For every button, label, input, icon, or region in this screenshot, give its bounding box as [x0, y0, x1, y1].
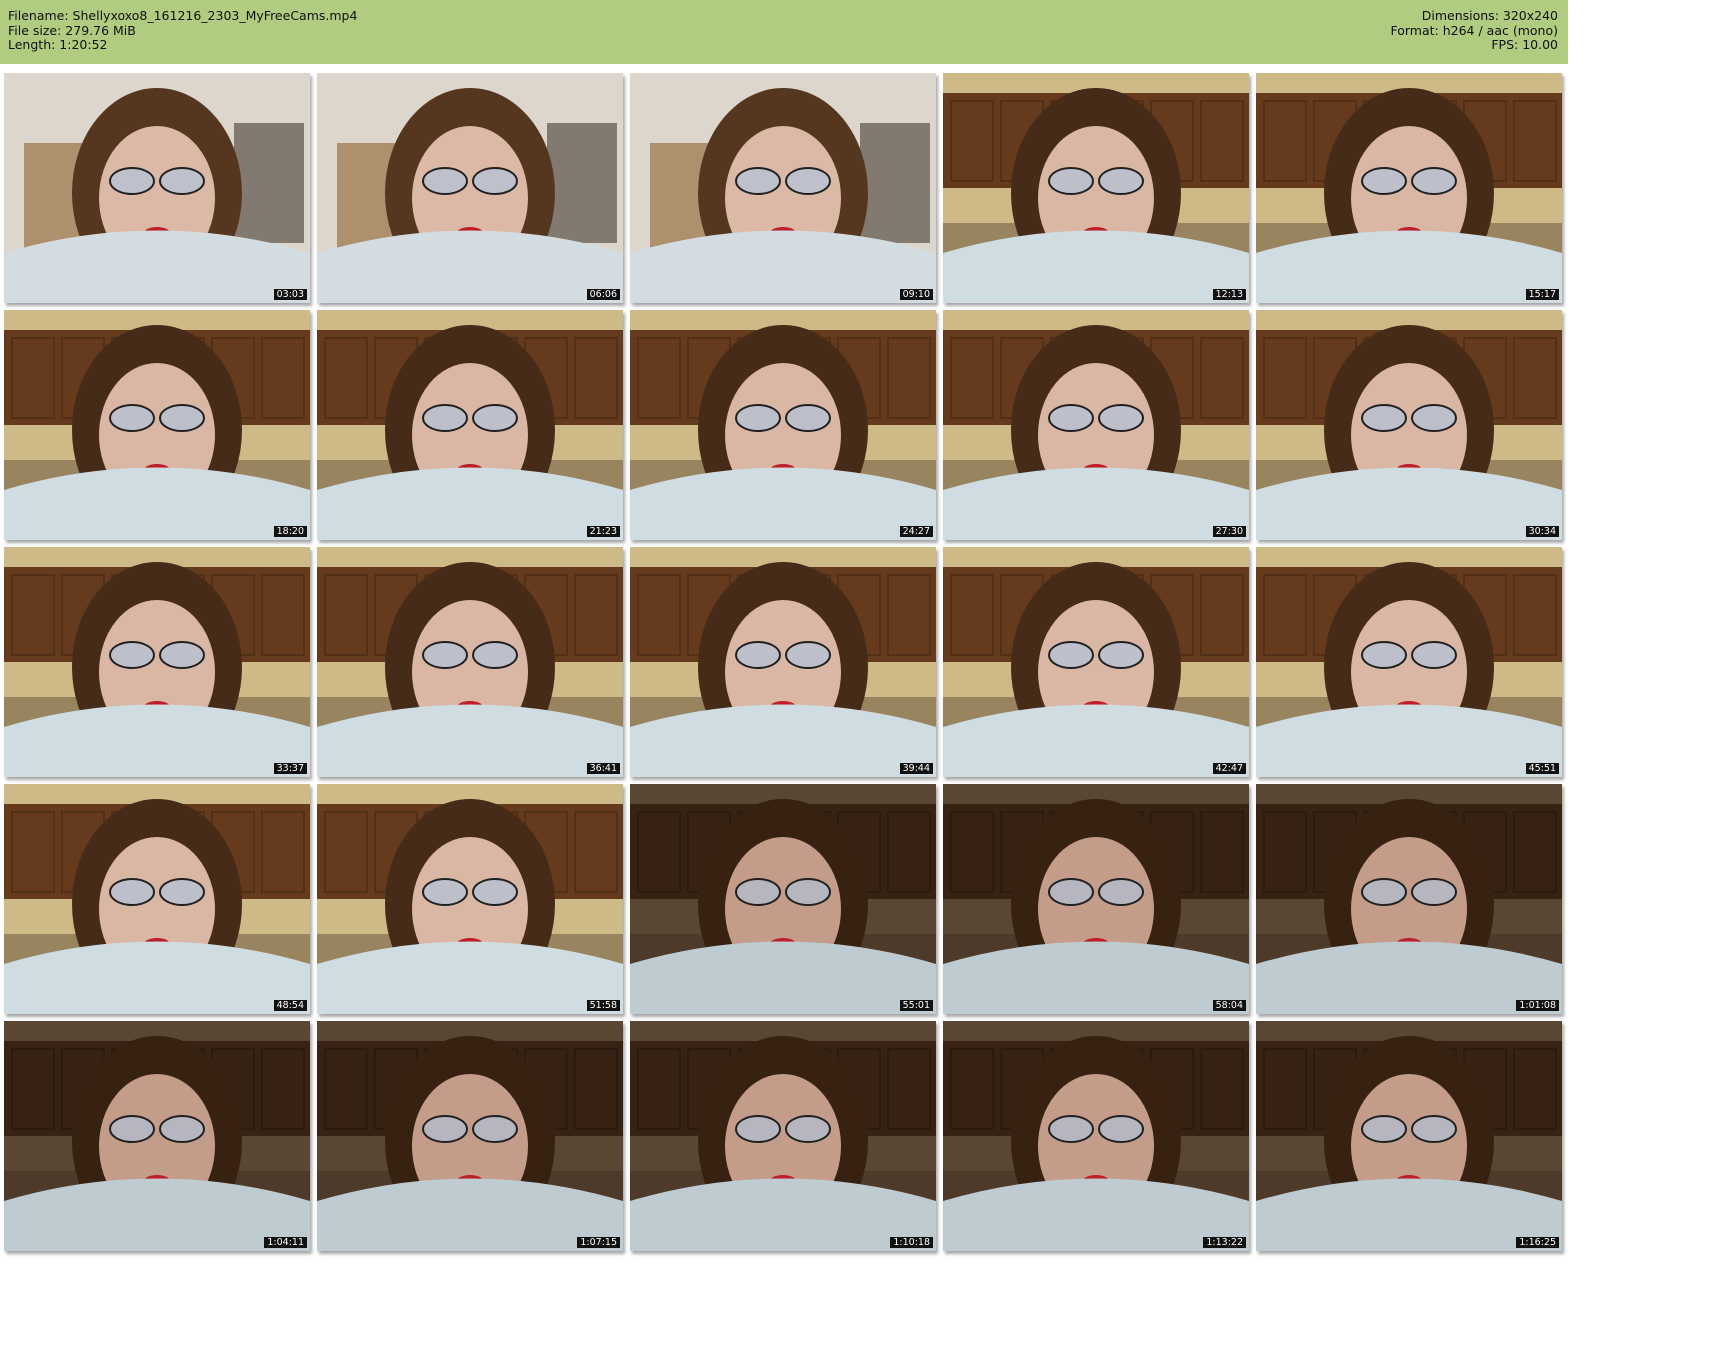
- thumbnail-frame-image: [630, 1021, 936, 1251]
- video-thumbnail[interactable]: 1:07:15: [317, 1021, 623, 1251]
- thumbnail-timestamp: 03:03: [273, 289, 307, 300]
- thumbnail-timestamp: 33:37: [273, 763, 307, 774]
- thumbnail-timestamp: 27:30: [1212, 526, 1246, 537]
- filename-label: Filename: Shellyxoxo8_161216_2303_MyFree…: [8, 8, 358, 23]
- thumbnail-frame-image: [1256, 1021, 1562, 1251]
- thumbnail-frame-image: [4, 547, 310, 777]
- video-thumbnail[interactable]: 1:13:22: [943, 1021, 1249, 1251]
- thumbnail-frame-image: [943, 1021, 1249, 1251]
- thumbnail-timestamp: 1:07:15: [577, 1237, 620, 1248]
- thumbnail-timestamp: 55:01: [899, 1000, 933, 1011]
- video-thumbnail[interactable]: 33:37: [4, 547, 310, 777]
- thumbnail-timestamp: 06:06: [586, 289, 620, 300]
- info-right-column: Dimensions: 320x240 Format: h264 / aac (…: [1390, 8, 1559, 53]
- thumbnail-frame-image: [630, 784, 936, 1014]
- thumbnail-frame-image: [317, 1021, 623, 1251]
- video-thumbnail[interactable]: 42:47: [943, 547, 1249, 777]
- thumbnail-timestamp: 15:17: [1525, 289, 1559, 300]
- thumbnail-timestamp: 48:54: [273, 1000, 307, 1011]
- length-label: Length: 1:20:52: [8, 37, 108, 52]
- video-thumbnail[interactable]: 55:01: [630, 784, 936, 1014]
- thumbnail-frame-image: [943, 547, 1249, 777]
- video-thumbnail[interactable]: 30:34: [1256, 310, 1562, 540]
- thumbnail-timestamp: 30:34: [1525, 526, 1559, 537]
- thumbnail-timestamp: 1:16:25: [1516, 1237, 1559, 1248]
- thumbnail-timestamp: 36:41: [586, 763, 620, 774]
- video-thumbnail[interactable]: 21:23: [317, 310, 623, 540]
- thumbnail-frame-image: [1256, 784, 1562, 1014]
- video-thumbnail[interactable]: 06:06: [317, 73, 623, 303]
- thumbnail-frame-image: [4, 73, 310, 303]
- thumbnail-frame-image: [1256, 547, 1562, 777]
- video-thumbnail[interactable]: 24:27: [630, 310, 936, 540]
- thumbnail-timestamp: 1:04:11: [264, 1237, 307, 1248]
- thumbnail-frame-image: [630, 547, 936, 777]
- video-thumbnail[interactable]: 48:54: [4, 784, 310, 1014]
- info-left-column: Filename: Shellyxoxo8_161216_2303_MyFree…: [8, 8, 358, 53]
- thumbnail-timestamp: 12:13: [1212, 289, 1246, 300]
- thumbnail-frame-image: [4, 784, 310, 1014]
- thumbnail-timestamp: 1:10:18: [890, 1237, 933, 1248]
- thumbnail-frame-image: [943, 73, 1249, 303]
- video-thumbnail[interactable]: 58:04: [943, 784, 1249, 1014]
- thumbnail-timestamp: 21:23: [586, 526, 620, 537]
- thumbnail-timestamp: 45:51: [1525, 763, 1559, 774]
- thumbnail-frame-image: [1256, 73, 1562, 303]
- thumbnail-frame-image: [317, 310, 623, 540]
- video-thumbnail[interactable]: 12:13: [943, 73, 1249, 303]
- thumbnail-timestamp: 42:47: [1212, 763, 1246, 774]
- video-thumbnail[interactable]: 1:10:18: [630, 1021, 936, 1251]
- video-thumbnail[interactable]: 15:17: [1256, 73, 1562, 303]
- thumbnail-timestamp: 18:20: [273, 526, 307, 537]
- thumbnail-timestamp: 09:10: [899, 289, 933, 300]
- video-thumbnail[interactable]: 45:51: [1256, 547, 1562, 777]
- thumbnail-frame-image: [4, 1021, 310, 1251]
- thumbnail-frame-image: [943, 310, 1249, 540]
- format-label: Format: h264 / aac (mono): [1390, 22, 1559, 38]
- video-thumbnail[interactable]: 51:58: [317, 784, 623, 1014]
- video-thumbnail[interactable]: 09:10: [630, 73, 936, 303]
- dimensions-label: Dimensions: 320x240: [1421, 8, 1558, 23]
- thumbnail-timestamp: 58:04: [1212, 1000, 1246, 1011]
- thumbnail-timestamp: 51:58: [586, 1000, 620, 1011]
- thumbnail-frame-image: [1256, 310, 1562, 540]
- thumbnail-frame-image: [630, 310, 936, 540]
- fps-label: FPS: 10.00: [1491, 37, 1558, 52]
- thumbnail-frame-image: [317, 784, 623, 1014]
- video-thumbnail[interactable]: 03:03: [4, 73, 310, 303]
- thumbnail-timestamp: 24:27: [899, 526, 933, 537]
- video-thumbnail[interactable]: 39:44: [630, 547, 936, 777]
- info-header: Filename: Shellyxoxo8_161216_2303_MyFree…: [0, 0, 1568, 64]
- video-thumbnail[interactable]: 1:16:25: [1256, 1021, 1562, 1251]
- file-size-label: File size: 279.76 MiB: [8, 22, 136, 38]
- thumbnail-frame-image: [630, 73, 936, 303]
- thumbnail-grid: 03:03 06:06 09:10 12:13 15:17 18:20 21:23 24:27…: [4, 73, 1564, 1253]
- video-thumbnail[interactable]: 36:41: [317, 547, 623, 777]
- thumbnail-timestamp: 39:44: [899, 763, 933, 774]
- thumbnail-frame-image: [943, 784, 1249, 1014]
- thumbnail-timestamp: 1:13:22: [1203, 1237, 1246, 1248]
- video-thumbnail[interactable]: 18:20: [4, 310, 310, 540]
- thumbnail-frame-image: [4, 310, 310, 540]
- video-thumbnail[interactable]: 1:01:08: [1256, 784, 1562, 1014]
- thumbnail-frame-image: [317, 73, 623, 303]
- thumbnail-frame-image: [317, 547, 623, 777]
- video-thumbnail[interactable]: 1:04:11: [4, 1021, 310, 1251]
- thumbnail-timestamp: 1:01:08: [1516, 1000, 1559, 1011]
- video-thumbnail[interactable]: 27:30: [943, 310, 1249, 540]
